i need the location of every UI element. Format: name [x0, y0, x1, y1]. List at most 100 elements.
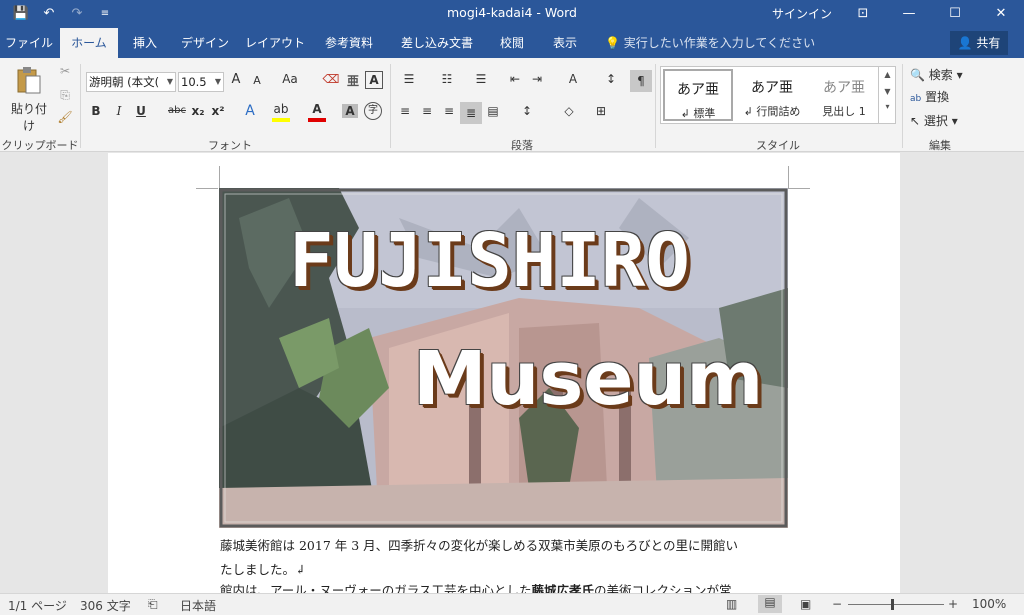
scroll-up-icon[interactable]: ▲ [879, 70, 896, 79]
italic-button[interactable]: I [112, 104, 126, 118]
person-icon: 👤 [957, 36, 973, 50]
banner-subtitle: Museum [413, 336, 764, 422]
editing-group-label: 編集 [929, 139, 951, 152]
bold-button[interactable]: B [88, 104, 104, 118]
character-border-icon[interactable]: A [365, 71, 383, 89]
subscript-button[interactable]: x₂ [190, 104, 206, 118]
styles-scroll[interactable]: ▲ ▼ ▾ [878, 66, 896, 124]
tab-home[interactable]: ホーム [60, 28, 118, 58]
font-group-label: フォント [208, 139, 252, 152]
align-left-icon[interactable]: ≡ [396, 104, 414, 118]
body-paragraph-line[interactable]: 藤城美術館は 2017 年 3 月、四季折々の変化が楽しめる双葉市美原のもろびと… [220, 534, 790, 558]
maximize-button[interactable]: ☐ [932, 0, 978, 28]
decrease-indent-icon[interactable]: ⇤ [506, 72, 524, 86]
style-name: ↲ 行間詰め [743, 105, 801, 118]
cut-icon[interactable]: ✂ [56, 64, 74, 78]
distributed-icon[interactable]: ▤ [484, 104, 502, 118]
ribbon-display-icon[interactable]: ⊡ [840, 0, 886, 28]
style-name: 見出し 1 [822, 105, 866, 118]
clipboard-group-label: クリップボード [1, 139, 79, 152]
crop-mark [788, 188, 810, 189]
zoom-out-button[interactable]: − [832, 597, 842, 611]
underline-button[interactable]: U [134, 104, 148, 118]
shrink-font-button[interactable]: A [250, 74, 264, 87]
page-count[interactable]: 1/1 ページ [8, 597, 67, 614]
superscript-button[interactable]: x² [210, 104, 226, 118]
styles-gallery: あア亜 ↲ 標準 あア亜 ↲ 行間詰め あア亜 見出し 1 [660, 66, 896, 124]
align-right-icon[interactable]: ≡ [440, 104, 458, 118]
tab-view[interactable]: 表示 [542, 28, 588, 58]
multilevel-list-icon[interactable]: ☰ [470, 72, 492, 86]
increase-indent-icon[interactable]: ⇥ [528, 72, 546, 86]
tab-layout[interactable]: レイアウト [244, 28, 306, 58]
change-case-button[interactable]: Aa [278, 72, 302, 86]
cursor-icon: ↖ [910, 114, 921, 128]
show-marks-icon[interactable]: ¶ [630, 70, 652, 92]
crop-mark [219, 166, 220, 188]
strikethrough-button[interactable]: abc [166, 105, 188, 116]
style-heading-1[interactable]: あア亜 見出し 1 [809, 69, 879, 121]
find-button[interactable]: 🔍 検索 ▾ [910, 66, 980, 83]
format-painter-icon[interactable]: 🖌 [56, 110, 74, 124]
proofing-icon[interactable]: ⎗ [148, 597, 158, 612]
grow-font-button[interactable]: A [228, 72, 244, 87]
more-styles-icon[interactable]: ▾ [879, 102, 896, 111]
asian-layout-icon[interactable]: A [562, 72, 584, 86]
body-paragraph-line[interactable]: 館内は、アール・ヌーヴォーのガラス工芸を中心とした藤城広孝氏の美術コレクションが… [220, 582, 790, 593]
clear-formatting-icon[interactable]: ⌫ [322, 72, 340, 86]
read-mode-icon[interactable]: ▥ [726, 597, 737, 611]
sort-icon[interactable]: ↕ [602, 72, 620, 86]
close-button[interactable]: ✕ [978, 0, 1024, 28]
print-layout-icon[interactable]: ▤ [758, 595, 782, 613]
tab-references[interactable]: 参考資料 [318, 28, 380, 58]
paste-icon[interactable] [12, 64, 46, 98]
character-shading-icon[interactable]: A [342, 104, 358, 118]
highlight-icon[interactable]: ab [272, 102, 290, 122]
borders-icon[interactable]: ⊞ [590, 104, 612, 118]
zoom-level[interactable]: 100% [972, 597, 1006, 611]
tab-insert[interactable]: 挿入 [122, 28, 168, 58]
body-paragraph-line[interactable]: たしました。↲ [220, 558, 790, 582]
font-size-value: 10.5 [181, 75, 207, 89]
web-layout-icon[interactable]: ▣ [800, 597, 811, 611]
tab-design[interactable]: デザイン [176, 28, 234, 58]
banner-image[interactable]: FUJISHIRO Museum [219, 188, 788, 528]
minimize-button[interactable]: — [886, 0, 932, 28]
replace-icon: ab [910, 94, 922, 104]
divider [390, 64, 391, 148]
tab-review[interactable]: 校閲 [490, 28, 534, 58]
language[interactable]: 日本語 [180, 597, 216, 614]
font-name-combo[interactable]: 游明朝 (本文(▼ [86, 72, 176, 92]
bullets-icon[interactable]: ☰ [398, 72, 420, 86]
tab-file[interactable]: ファイル [0, 28, 58, 58]
tell-me-search[interactable]: 💡 実行したい作業を入力してください [605, 28, 815, 58]
paste-button[interactable]: 貼り付け [6, 100, 52, 134]
numbering-icon[interactable]: ☷ [436, 72, 458, 86]
select-button[interactable]: ↖ 選択 ▾ [910, 112, 980, 129]
line-spacing-icon[interactable]: ↕ [516, 104, 538, 118]
tab-mailings[interactable]: 差し込み文書 [394, 28, 480, 58]
style-normal[interactable]: あア亜 ↲ 標準 [663, 69, 733, 121]
justify-icon[interactable]: ≣ [460, 102, 482, 124]
replace-button[interactable]: ab 置換 [910, 88, 980, 105]
shading-icon[interactable]: ◇ [558, 104, 580, 118]
enclose-characters-icon[interactable]: 字 [364, 102, 382, 120]
styles-group-label: スタイル [756, 139, 800, 152]
share-button[interactable]: 👤 共有 [950, 31, 1008, 55]
phonetic-guide-icon[interactable]: 亜 [344, 72, 362, 89]
font-size-combo[interactable]: 10.5 ▼ [178, 72, 224, 92]
word-count[interactable]: 306 文字 [80, 597, 131, 614]
align-center-icon[interactable]: ≡ [418, 104, 436, 118]
font-color-icon[interactable]: A [308, 102, 326, 122]
find-label: 検索 [928, 68, 953, 82]
copy-icon[interactable]: ⎘ [56, 88, 74, 103]
zoom-in-button[interactable]: + [948, 597, 958, 611]
zoom-slider-track[interactable] [848, 604, 944, 605]
style-sample: あア亜 [677, 82, 719, 98]
text-effects-icon[interactable]: A [242, 103, 258, 119]
style-no-spacing[interactable]: あア亜 ↲ 行間詰め [737, 69, 807, 121]
signin-link[interactable]: サインイン [772, 5, 832, 22]
style-name: ↲ 標準 [680, 107, 716, 120]
zoom-slider-thumb[interactable] [891, 599, 894, 610]
scroll-down-icon[interactable]: ▼ [879, 87, 896, 96]
